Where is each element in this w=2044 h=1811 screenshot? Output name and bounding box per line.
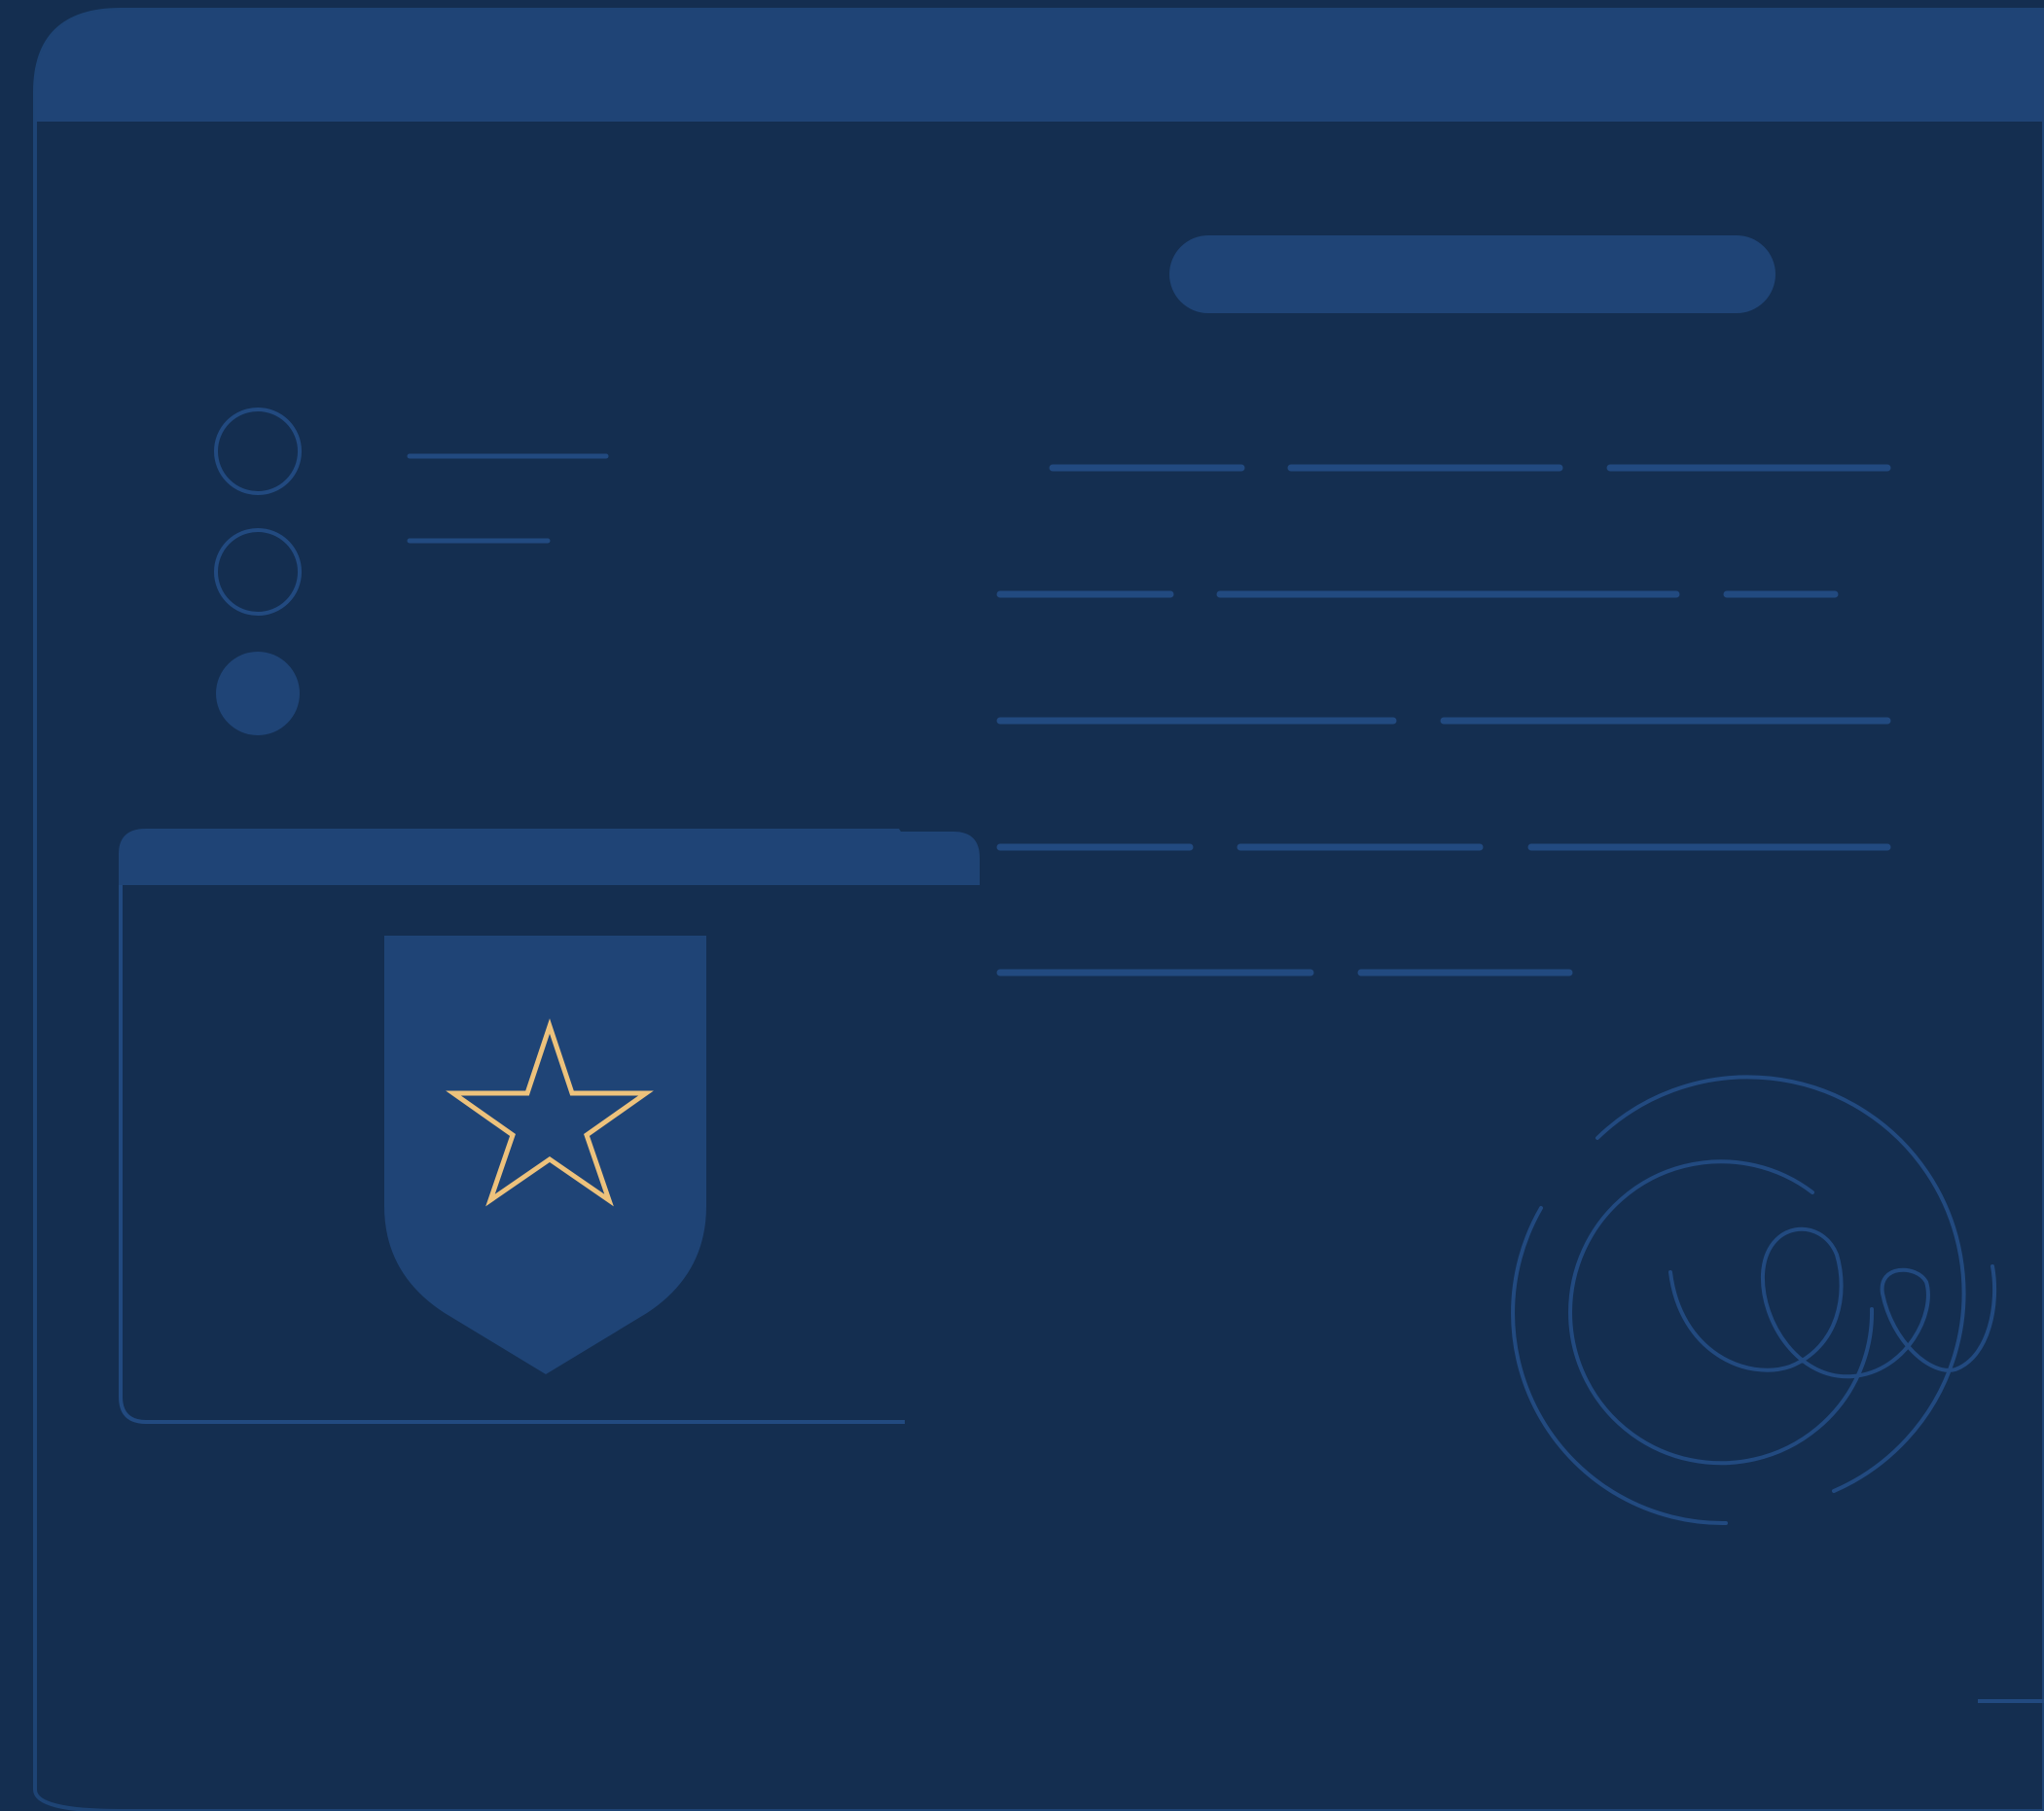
badge-card-title-bar xyxy=(119,829,980,885)
illustration-stage xyxy=(0,0,2044,1811)
radio-option-3-selected[interactable] xyxy=(216,652,300,735)
browser-title-bar xyxy=(35,10,2044,122)
certificate-illustration xyxy=(33,8,2044,1811)
heading-placeholder xyxy=(1169,235,1775,313)
